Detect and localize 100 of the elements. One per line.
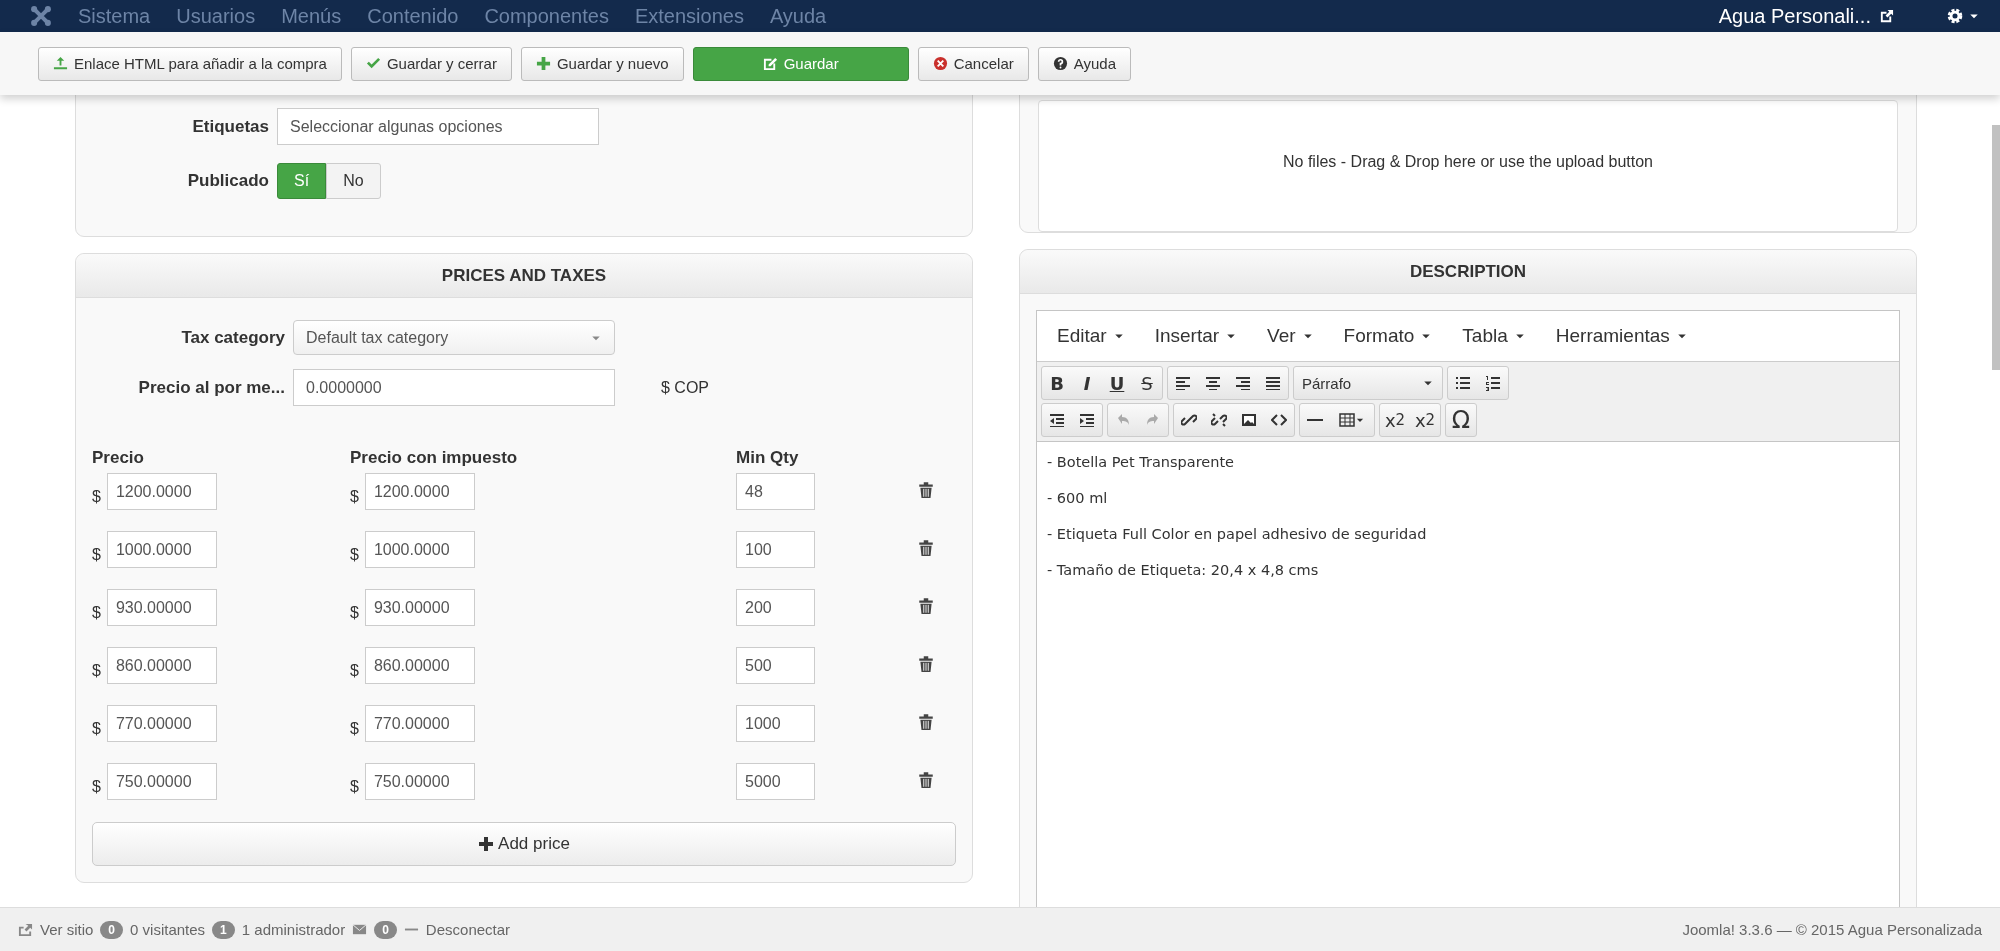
count-badge: 0 — [100, 920, 124, 939]
format-select[interactable]: Párrafo — [1294, 367, 1442, 399]
footer-text: Joomla! 3.3.6 — © 2015 Agua Personalizada — [1682, 921, 1982, 938]
delete-button[interactable] — [917, 654, 935, 673]
horizontal-rule-icon — [1307, 419, 1323, 421]
trash-icon — [917, 538, 935, 557]
currency-symbol: $ — [350, 662, 359, 680]
menu-item[interactable]: Ayuda — [769, 4, 827, 28]
currency-symbol: $ — [350, 720, 359, 738]
field-label: Tax category — [180, 327, 285, 348]
price-field[interactable]: 930.00000 — [364, 589, 475, 626]
editor-menu[interactable]: Editar — [1057, 325, 1125, 347]
site-link[interactable]: Agua Personali... — [1718, 4, 1871, 28]
currency-symbol: $ — [92, 778, 101, 796]
quantity-field[interactable]: 500 — [736, 647, 815, 684]
special-character-button[interactable]: Ω — [1446, 404, 1476, 436]
column-header: Min Qty — [736, 448, 800, 468]
trash-icon — [917, 654, 935, 673]
view-site-link[interactable]: Ver sitio — [40, 921, 94, 938]
quantity-field[interactable]: 100 — [736, 531, 815, 568]
currency-symbol: $ — [92, 488, 101, 506]
trash-icon — [917, 770, 935, 789]
scrollbar[interactable] — [1992, 125, 2000, 370]
quantity-field[interactable]: 200 — [736, 589, 815, 626]
settings-button[interactable] — [1946, 7, 1980, 25]
help-icon — [1052, 56, 1068, 71]
trash-icon — [917, 480, 935, 499]
quantity-field[interactable]: 5000 — [736, 763, 815, 800]
format-button[interactable]: B — [1042, 367, 1072, 399]
text-line: - Etiqueta Full Color en papel adhesivo de seguridad — [1047, 526, 1428, 542]
menu-item[interactable]: Menús — [281, 4, 342, 28]
menu-item[interactable]: Usuarios — [176, 4, 256, 28]
price-field[interactable]: 860.00000 — [106, 647, 217, 684]
price-field[interactable]: 930.00000 — [106, 589, 217, 626]
currency-symbol: $ — [350, 546, 359, 564]
price-field[interactable]: 770.00000 — [106, 705, 217, 742]
editor-menu[interactable]: Herramientas — [1555, 325, 1688, 347]
quantity-field[interactable]: 1000 — [736, 705, 815, 742]
toolbar-button[interactable]: Cancelar — [917, 46, 1029, 81]
price-field[interactable]: 860.00000 — [364, 647, 475, 684]
visitors-label: 0 visitantes — [130, 921, 206, 938]
plus-icon — [478, 836, 495, 852]
add-price-button[interactable]: Add price — [92, 822, 956, 866]
text-line: - 600 ml — [1047, 490, 1109, 506]
delete-button[interactable] — [917, 480, 935, 499]
upload-icon — [53, 56, 68, 71]
price-field[interactable]: 1000.0000 — [364, 531, 475, 568]
drop-zone[interactable]: No files - Drag & Drop here or use the upload button — [1038, 100, 1898, 232]
panel-title: PRICES AND TAXES — [441, 265, 607, 286]
editor-menu[interactable]: Ver — [1267, 325, 1314, 347]
check-icon — [365, 56, 381, 71]
menu-item[interactable]: Componentes — [484, 4, 609, 28]
menu-item[interactable]: Sistema — [78, 4, 151, 28]
currency-symbol: $ — [350, 604, 359, 622]
price-field[interactable]: 750.00000 — [106, 763, 217, 800]
outdent-icon — [1049, 412, 1065, 428]
price-field[interactable]: 0.0000000 — [293, 369, 615, 406]
currency-symbol: $ — [350, 488, 359, 506]
format-button[interactable]: S — [1132, 367, 1162, 399]
logout-link[interactable]: Desconectar — [425, 921, 511, 938]
panel-title: DESCRIPTION — [1409, 261, 1527, 282]
toolbar-button[interactable]: Guardar y cerrar — [350, 46, 512, 81]
format-button[interactable]: U — [1102, 367, 1132, 399]
quantity-field[interactable]: 48 — [736, 473, 815, 510]
editor-menu[interactable]: Insertar — [1154, 325, 1238, 347]
editor-menu[interactable]: Formato — [1343, 325, 1433, 347]
count-badge: 0 — [374, 920, 397, 939]
currency-symbol: $ — [92, 720, 101, 738]
currency-symbol: $ — [350, 778, 359, 796]
tax-category-select[interactable]: Default tax category — [293, 320, 615, 355]
price-field[interactable]: 770.00000 — [364, 705, 475, 742]
delete-button[interactable] — [917, 596, 935, 615]
price-field[interactable]: 1000.0000 — [106, 531, 217, 568]
text-line: - Tamaño de Etiqueta: 20,4 x 4,8 cms — [1047, 562, 1320, 578]
justify-icon — [1265, 375, 1281, 391]
menu-item[interactable]: Contenido — [367, 4, 459, 28]
image-icon — [1241, 412, 1257, 428]
currency-symbol: $ — [92, 662, 101, 680]
format-button[interactable]: I — [1072, 367, 1102, 399]
admins-label: 1 administrador — [241, 921, 346, 938]
indent-icon — [1079, 412, 1095, 428]
align-right-icon — [1235, 375, 1251, 391]
toolbar-button[interactable]: Ayuda — [1037, 46, 1131, 81]
trash-icon — [917, 712, 935, 731]
table-icon — [1339, 412, 1355, 428]
toolbar-button[interactable]: Enlace HTML para añadir a la compra — [38, 46, 342, 81]
delete-button[interactable] — [917, 770, 935, 789]
delete-button[interactable] — [917, 712, 935, 731]
menu-item[interactable]: Extensiones — [634, 4, 744, 28]
toolbar-button[interactable]: Guardar y nuevo — [520, 46, 684, 81]
toggle-option[interactable]: No — [326, 163, 381, 199]
trash-icon — [917, 596, 935, 615]
price-field[interactable]: 1200.0000 — [364, 473, 475, 510]
editor-menu[interactable]: Tabla — [1462, 325, 1526, 347]
tags-field[interactable]: Seleccionar algunas opciones — [277, 108, 599, 145]
delete-button[interactable] — [917, 538, 935, 557]
price-field[interactable]: 750.00000 — [364, 763, 475, 800]
external-link-icon — [1879, 8, 1894, 24]
price-field[interactable]: 1200.0000 — [106, 473, 217, 510]
column-header: Precio — [92, 448, 145, 468]
